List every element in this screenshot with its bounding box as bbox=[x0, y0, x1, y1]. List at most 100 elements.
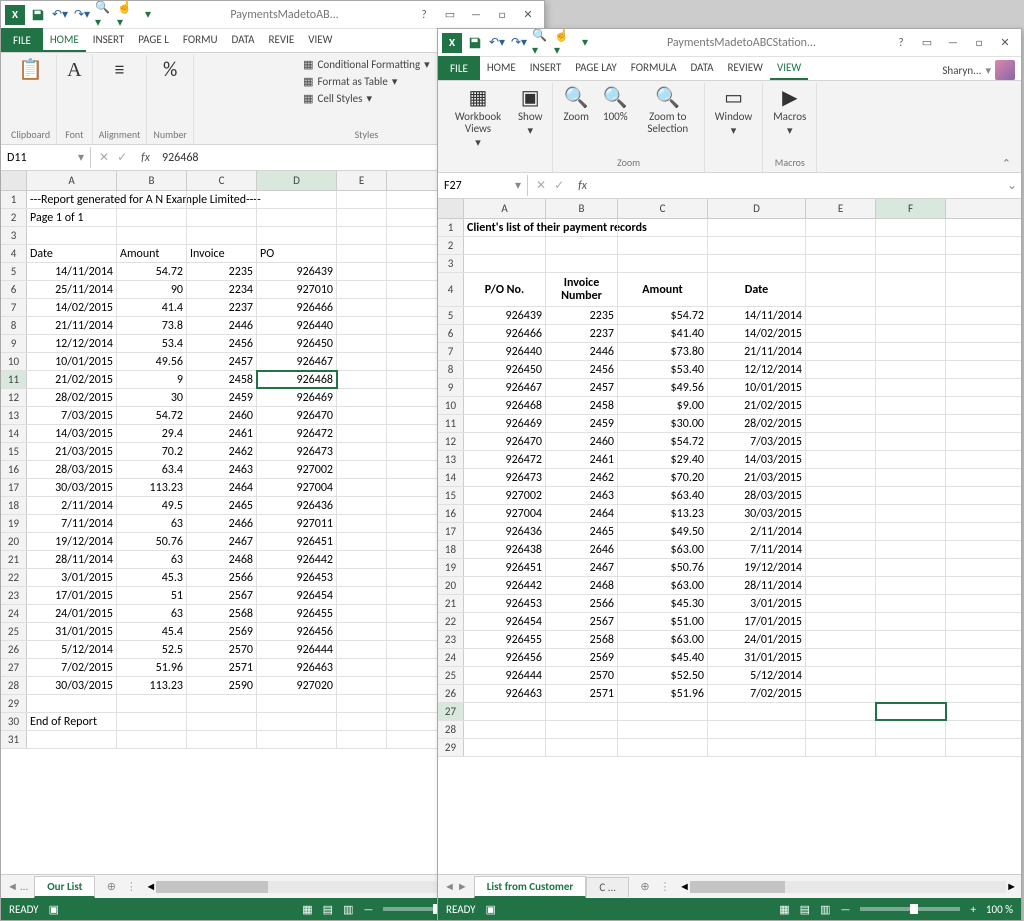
cell[interactable]: 926444 bbox=[257, 641, 337, 658]
cell[interactable]: Page 1 of 1 bbox=[27, 209, 117, 226]
cell[interactable] bbox=[806, 541, 876, 558]
cell[interactable] bbox=[806, 237, 876, 254]
cell[interactable] bbox=[337, 623, 387, 640]
cell[interactable]: 927011 bbox=[257, 515, 337, 532]
cell[interactable]: 2456 bbox=[546, 361, 618, 378]
cell[interactable] bbox=[876, 613, 946, 630]
cell[interactable]: 2461 bbox=[187, 425, 257, 442]
cell[interactable] bbox=[876, 505, 946, 522]
cell[interactable]: 2468 bbox=[546, 577, 618, 594]
cell[interactable]: Date bbox=[708, 273, 806, 306]
cell[interactable] bbox=[708, 721, 806, 738]
row-header[interactable]: 20 bbox=[438, 577, 464, 594]
cell[interactable]: 926450 bbox=[464, 361, 546, 378]
cell[interactable]: 926466 bbox=[464, 325, 546, 342]
window-button[interactable]: ▭Window▾ bbox=[711, 85, 757, 139]
touch-mode-icon[interactable]: ☝▾ bbox=[554, 34, 572, 52]
select-all-corner[interactable] bbox=[438, 199, 464, 218]
cell[interactable] bbox=[187, 209, 257, 226]
cell[interactable]: 926456 bbox=[464, 649, 546, 666]
row-header[interactable]: 3 bbox=[1, 227, 27, 244]
cell[interactable] bbox=[337, 389, 387, 406]
qat-customize-icon[interactable]: ▾ bbox=[139, 6, 157, 24]
cell[interactable]: 2446 bbox=[187, 317, 257, 334]
cell[interactable] bbox=[337, 425, 387, 442]
ribbon-tab-home[interactable]: HOME bbox=[480, 57, 523, 80]
row-header[interactable]: 16 bbox=[438, 505, 464, 522]
cell[interactable] bbox=[876, 397, 946, 414]
cell[interactable] bbox=[806, 739, 876, 756]
cell[interactable]: 926456 bbox=[257, 623, 337, 640]
row-header[interactable]: 25 bbox=[1, 623, 27, 640]
cell[interactable]: $63.00 bbox=[618, 541, 708, 558]
cell[interactable] bbox=[337, 263, 387, 280]
row-header[interactable]: 11 bbox=[1, 371, 27, 388]
cell[interactable]: 30/03/2015 bbox=[708, 505, 806, 522]
row-header[interactable]: 24 bbox=[438, 649, 464, 666]
cell[interactable] bbox=[117, 713, 187, 730]
minimize-icon[interactable]: — bbox=[464, 6, 488, 24]
cell[interactable]: 2457 bbox=[187, 353, 257, 370]
ribbon-options-icon[interactable]: ▭ bbox=[438, 6, 462, 24]
cell[interactable]: 2566 bbox=[187, 569, 257, 586]
close-icon[interactable]: ✕ bbox=[516, 6, 540, 24]
cell[interactable] bbox=[876, 523, 946, 540]
user-name[interactable]: Sharyn... bbox=[942, 64, 981, 77]
cell[interactable]: 926467 bbox=[257, 353, 337, 370]
cell[interactable]: 28/11/2014 bbox=[27, 551, 117, 568]
cell[interactable]: 2570 bbox=[546, 667, 618, 684]
row-header[interactable]: 23 bbox=[438, 631, 464, 648]
cell[interactable]: 2566 bbox=[546, 595, 618, 612]
cell[interactable] bbox=[806, 307, 876, 324]
cell[interactable] bbox=[618, 721, 708, 738]
col-header[interactable]: E bbox=[337, 171, 387, 190]
cell[interactable]: 2568 bbox=[546, 631, 618, 648]
cell[interactable]: $29.40 bbox=[618, 451, 708, 468]
cell[interactable]: 90 bbox=[117, 281, 187, 298]
cell[interactable]: 926469 bbox=[464, 415, 546, 432]
cell[interactable]: 2237 bbox=[187, 299, 257, 316]
cell[interactable]: 2464 bbox=[187, 479, 257, 496]
cell[interactable]: 926439 bbox=[464, 307, 546, 324]
cell[interactable]: 2569 bbox=[187, 623, 257, 640]
zoom-slider[interactable] bbox=[860, 907, 960, 911]
cell[interactable] bbox=[257, 191, 337, 208]
row-header[interactable]: 12 bbox=[438, 433, 464, 450]
ribbon-tab-formu[interactable]: FORMU bbox=[176, 29, 225, 52]
cell[interactable]: $63.00 bbox=[618, 577, 708, 594]
cell[interactable]: Amount bbox=[117, 245, 187, 262]
row-header[interactable]: 31 bbox=[1, 731, 27, 748]
cell[interactable]: 926444 bbox=[464, 667, 546, 684]
row-header[interactable]: 16 bbox=[1, 461, 27, 478]
cell[interactable]: $49.56 bbox=[618, 379, 708, 396]
cell[interactable]: 45.4 bbox=[117, 623, 187, 640]
cell[interactable] bbox=[806, 649, 876, 666]
view-normal-icon[interactable]: ▦ bbox=[779, 903, 789, 916]
row-header[interactable]: 17 bbox=[438, 523, 464, 540]
row-header[interactable]: 29 bbox=[1, 695, 27, 712]
cell[interactable]: Client's list of their payment records bbox=[464, 219, 546, 236]
cell[interactable]: 927004 bbox=[464, 505, 546, 522]
cell[interactable] bbox=[876, 595, 946, 612]
cell[interactable] bbox=[806, 577, 876, 594]
cell[interactable] bbox=[876, 649, 946, 666]
cell[interactable]: 2467 bbox=[546, 559, 618, 576]
cell[interactable] bbox=[618, 219, 708, 236]
cell[interactable] bbox=[708, 739, 806, 756]
cell[interactable] bbox=[546, 739, 618, 756]
cell[interactable]: 926442 bbox=[464, 577, 546, 594]
cell[interactable] bbox=[806, 505, 876, 522]
cell[interactable]: 2460 bbox=[546, 433, 618, 450]
cell[interactable]: 926439 bbox=[257, 263, 337, 280]
alignment-button[interactable]: ≡ bbox=[110, 57, 128, 83]
cell[interactable] bbox=[806, 721, 876, 738]
conditional-formatting-button[interactable]: ▦ Conditional Formatting ▾ bbox=[299, 57, 434, 72]
row-header[interactable]: 1 bbox=[1, 191, 27, 208]
cell[interactable]: 926453 bbox=[257, 569, 337, 586]
cell[interactable] bbox=[806, 361, 876, 378]
row-header[interactable]: 28 bbox=[1, 677, 27, 694]
cell[interactable]: $30.00 bbox=[618, 415, 708, 432]
cell[interactable]: 926451 bbox=[257, 533, 337, 550]
cell[interactable] bbox=[464, 255, 546, 272]
help-icon[interactable]: ? bbox=[412, 6, 436, 24]
